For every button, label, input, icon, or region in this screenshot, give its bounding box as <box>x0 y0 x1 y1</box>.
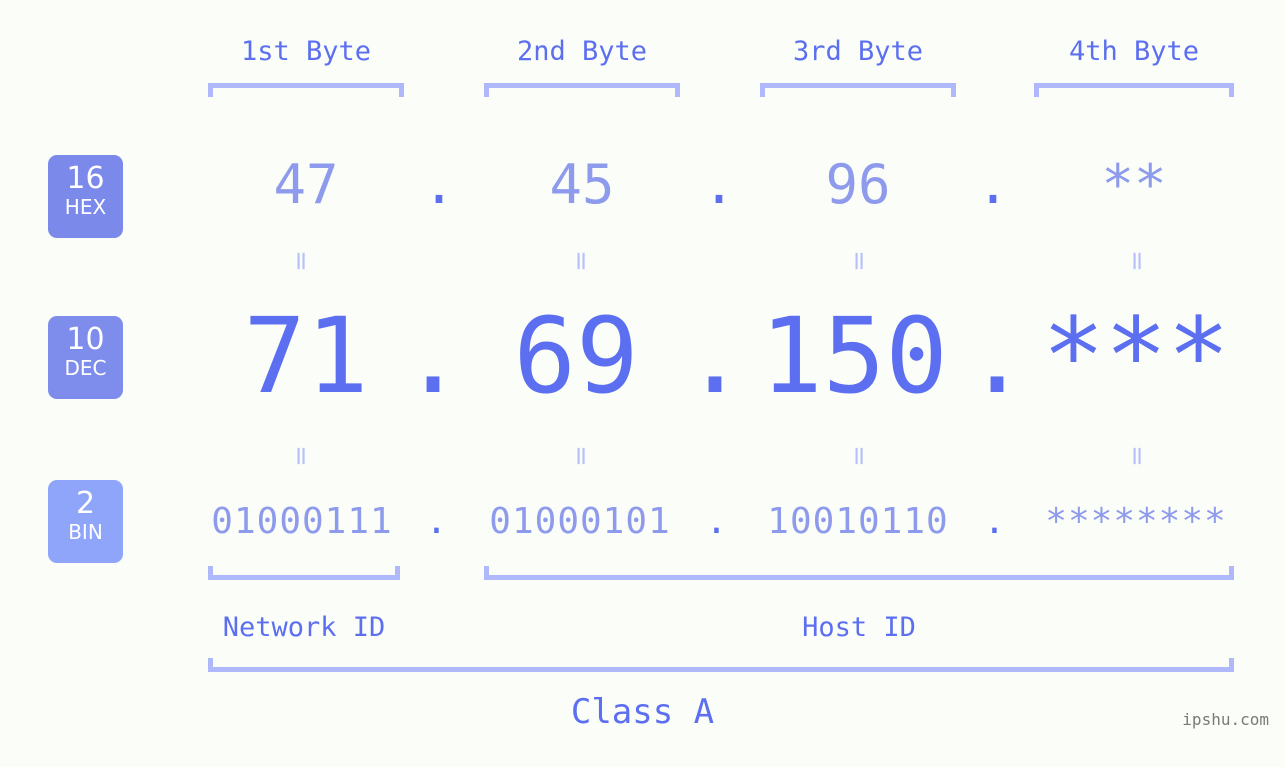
hex-separator-3: . <box>976 153 1010 216</box>
equals-mark-dec-bin-2: = <box>566 445 596 467</box>
base-badge-bin: 2 BIN <box>48 480 123 563</box>
equals-mark-hex-dec-3: = <box>844 250 874 272</box>
site-watermark: ipshu.com <box>1182 710 1269 729</box>
dec-separator-3: . <box>965 295 1029 417</box>
base-badge-hex-name: HEX <box>64 195 107 219</box>
base-badge-hex: 16 HEX <box>48 155 123 238</box>
ip-address-breakdown-diagram: 1st Byte 2nd Byte 3rd Byte 4th Byte 16 H… <box>0 0 1285 767</box>
equals-mark-hex-dec-4: = <box>1122 250 1152 272</box>
dec-separator-1: . <box>401 295 465 417</box>
base-badge-bin-number: 2 <box>75 486 96 521</box>
byte-header-3: 3rd Byte <box>792 36 924 67</box>
bin-byte-4: ******** <box>1045 501 1227 542</box>
byte-bracket-3 <box>760 83 956 97</box>
bin-byte-2: 01000101 <box>489 501 671 542</box>
base-badge-dec-number: 10 <box>66 322 105 357</box>
equals-mark-hex-dec-2: = <box>566 250 596 272</box>
host-id-label: Host ID <box>802 612 916 643</box>
bin-separator-3: . <box>983 501 1007 542</box>
bin-separator-1: . <box>425 501 449 542</box>
hex-byte-4: ** <box>1101 153 1167 216</box>
base-badge-hex-number: 16 <box>66 161 105 196</box>
hex-separator-2: . <box>702 153 736 216</box>
base-badge-dec-name: DEC <box>64 356 107 380</box>
equals-mark-dec-bin-1: = <box>286 445 316 467</box>
byte-header-1: 1st Byte <box>240 36 372 67</box>
class-bracket <box>208 658 1234 672</box>
byte-bracket-1 <box>208 83 404 97</box>
network-id-label: Network ID <box>222 612 386 643</box>
bin-byte-3: 10010110 <box>767 501 949 542</box>
equals-mark-hex-dec-1: = <box>286 250 316 272</box>
byte-header-4: 4th Byte <box>1068 36 1200 67</box>
bin-byte-1: 01000111 <box>211 501 393 542</box>
dec-separator-2: . <box>683 295 747 417</box>
dec-byte-1: 71 <box>243 295 369 417</box>
host-id-bracket <box>484 566 1234 580</box>
byte-header-2: 2nd Byte <box>516 36 648 67</box>
dec-byte-4: *** <box>1042 295 1230 417</box>
dec-byte-3: 150 <box>760 295 948 417</box>
network-id-bracket <box>208 566 400 580</box>
equals-mark-dec-bin-3: = <box>844 445 874 467</box>
hex-separator-1: . <box>422 153 456 216</box>
equals-mark-dec-bin-4: = <box>1122 445 1152 467</box>
hex-byte-2: 45 <box>549 153 615 216</box>
byte-bracket-2 <box>484 83 680 97</box>
base-badge-bin-name: BIN <box>68 520 103 544</box>
class-label: Class A <box>570 692 715 732</box>
hex-byte-1: 47 <box>273 153 339 216</box>
byte-bracket-4 <box>1034 83 1234 97</box>
base-badge-dec: 10 DEC <box>48 316 123 399</box>
dec-byte-2: 69 <box>513 295 639 417</box>
bin-separator-2: . <box>705 501 729 542</box>
hex-byte-3: 96 <box>825 153 891 216</box>
